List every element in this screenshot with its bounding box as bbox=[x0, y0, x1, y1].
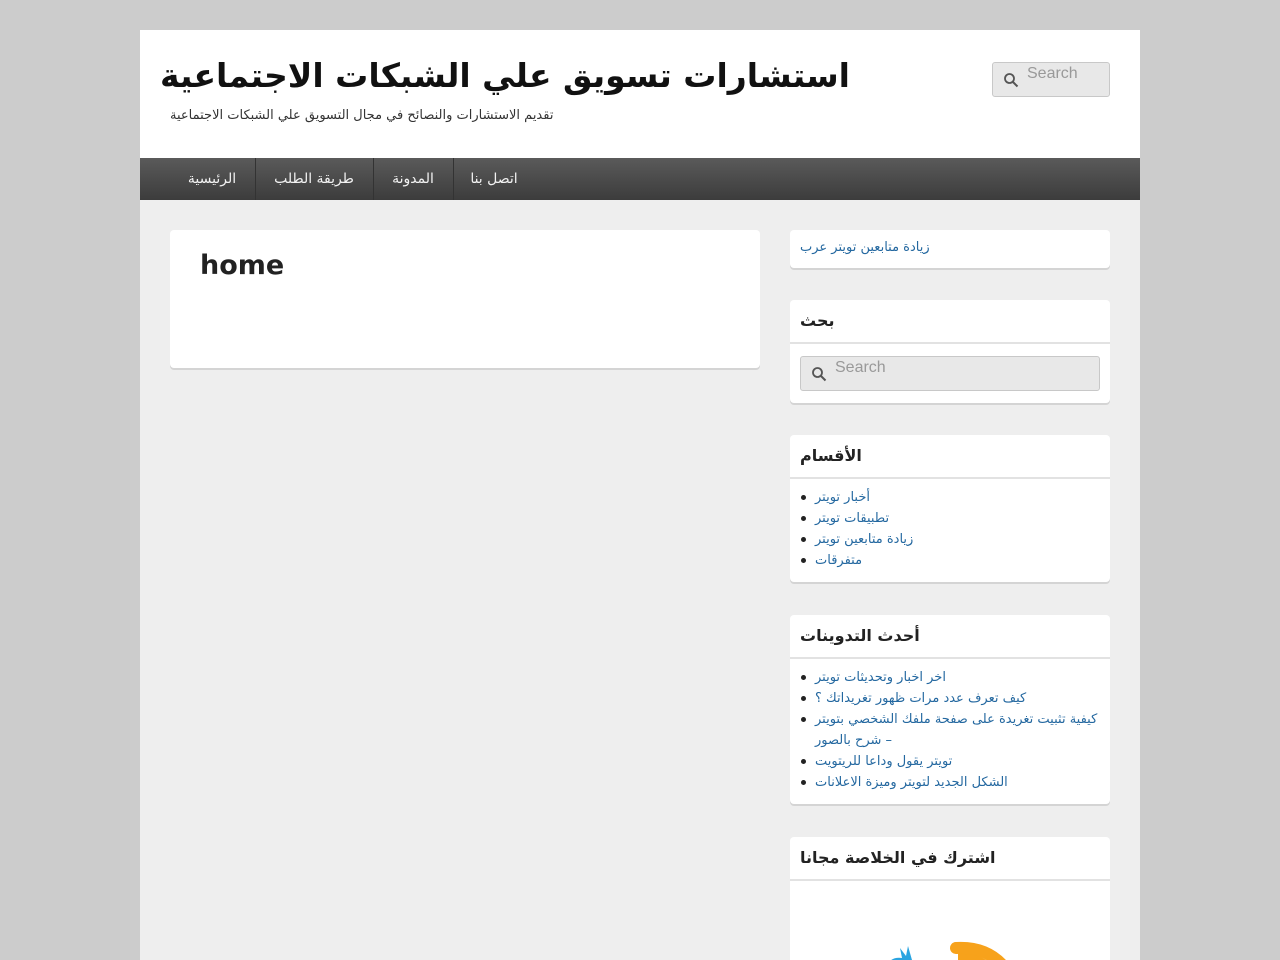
list-item: زيادة متابعين تويتر bbox=[790, 529, 1110, 550]
post-link[interactable]: الشكل الجديد لتويتر وميزة الاعلانات bbox=[815, 775, 1008, 790]
recent-posts-list: اخر اخبار وتحديثات تويتر كيف تعرف عدد مر… bbox=[790, 659, 1110, 801]
categories-widget: الأقسام أخبار تويتر تطبيقات تويتر زيادة … bbox=[790, 435, 1110, 582]
recent-posts-widget: أحدث التدوينات اخر اخبار وتحديثات تويتر … bbox=[790, 615, 1110, 804]
site-description: تقديم الاستشارات والنصائح في مجال التسوي… bbox=[170, 108, 554, 123]
main-content: home bbox=[170, 230, 760, 368]
page-wrapper: استشارات تسويق علي الشبكات الاجتماعية تق… bbox=[140, 30, 1140, 960]
widget-title: أحدث التدوينات bbox=[790, 615, 1110, 659]
top-link-widget: زيادة متابعين تويتر عرب bbox=[790, 230, 1110, 268]
page-title: home bbox=[200, 250, 285, 281]
site-title[interactable]: استشارات تسويق علي الشبكات الاجتماعية bbox=[160, 56, 850, 95]
category-link[interactable]: زيادة متابعين تويتر bbox=[815, 532, 913, 547]
list-item: تطبيقات تويتر bbox=[790, 508, 1110, 529]
site-header: استشارات تسويق علي الشبكات الاجتماعية تق… bbox=[140, 30, 1140, 158]
list-item: متفرقات bbox=[790, 550, 1110, 571]
list-item: تويتر يقول وداعا للريتويت bbox=[790, 751, 1110, 772]
header-search-input[interactable] bbox=[1027, 57, 1103, 90]
category-link[interactable]: متفرقات bbox=[815, 553, 862, 568]
nav-item-home[interactable]: الرئيسية bbox=[170, 158, 254, 200]
list-item: اخر اخبار وتحديثات تويتر bbox=[790, 667, 1110, 688]
categories-list: أخبار تويتر تطبيقات تويتر زيادة متابعين … bbox=[790, 479, 1110, 579]
post-link[interactable]: اخر اخبار وتحديثات تويتر bbox=[815, 670, 946, 685]
category-link[interactable]: أخبار تويتر bbox=[815, 490, 870, 505]
list-item: كيف تعرف عدد مرات ظهور تغريداتك ؟ bbox=[790, 688, 1110, 709]
search-icon bbox=[812, 367, 827, 382]
widget-title: اشترك في الخلاصة مجانا bbox=[790, 837, 1110, 881]
widget-title: الأقسام bbox=[790, 435, 1110, 479]
main-navigation: الرئيسية طريقة الطلب المدونة اتصل بنا bbox=[140, 158, 1140, 200]
nav-item-how-to-order[interactable]: طريقة الطلب bbox=[256, 158, 372, 200]
top-link[interactable]: زيادة متابعين تويتر عرب bbox=[800, 240, 930, 255]
post-link[interactable]: تويتر يقول وداعا للريتويت bbox=[815, 754, 952, 769]
list-item: أخبار تويتر bbox=[790, 487, 1110, 508]
header-search-field[interactable] bbox=[992, 57, 1110, 97]
subscribe-widget: اشترك في الخلاصة مجانا bbox=[790, 837, 1110, 960]
rss-feed-icon[interactable] bbox=[880, 912, 1040, 960]
nav-item-blog[interactable]: المدونة bbox=[374, 158, 452, 200]
list-item: كيفية تثبيت تغريدة على صفحة ملفك الشخصي … bbox=[790, 709, 1110, 751]
list-item: الشكل الجديد لتويتر وميزة الاعلانات bbox=[790, 772, 1110, 793]
bird-icon bbox=[891, 946, 912, 960]
widget-title: بحث bbox=[790, 300, 1110, 344]
post-link[interactable]: كيفية تثبيت تغريدة على صفحة ملفك الشخصي … bbox=[815, 712, 1097, 748]
category-link[interactable]: تطبيقات تويتر bbox=[815, 511, 889, 526]
nav-item-contact[interactable]: اتصل بنا bbox=[454, 158, 534, 200]
post-link[interactable]: كيف تعرف عدد مرات ظهور تغريداتك ؟ bbox=[815, 691, 1026, 706]
sidebar-search-field[interactable] bbox=[800, 351, 1100, 391]
search-widget: بحث bbox=[790, 300, 1110, 403]
sidebar-search-input[interactable] bbox=[835, 351, 1093, 384]
search-icon bbox=[1004, 73, 1019, 88]
